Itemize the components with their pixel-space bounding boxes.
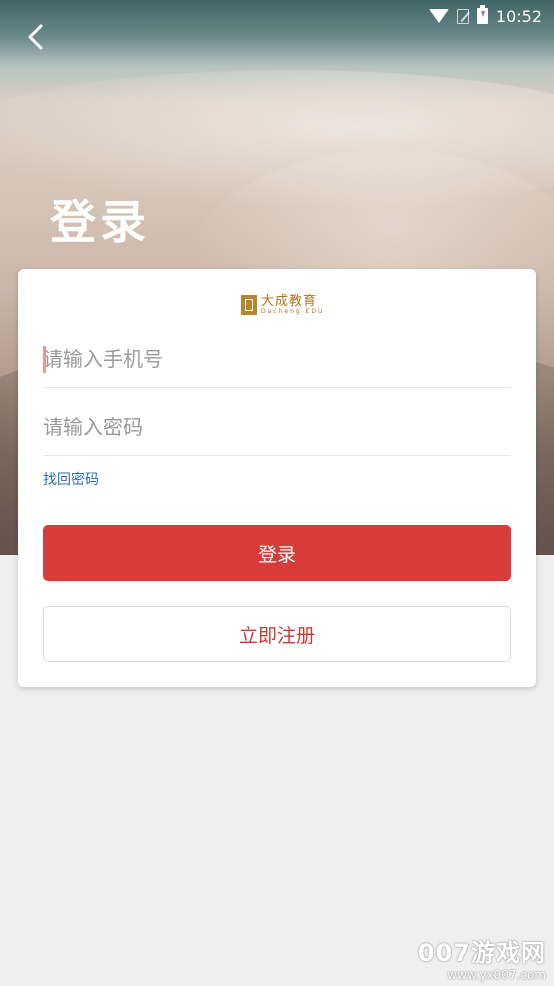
page-title: 登录: [50, 195, 150, 249]
battery-icon: [476, 5, 488, 24]
status-bar: 10:52: [428, 0, 554, 32]
login-card: 大成教育 Dacheng EDU 找回密码 登录 立即注册: [18, 269, 536, 687]
status-time: 10:52: [495, 6, 542, 26]
wifi-icon: [428, 9, 449, 23]
logo-name: 大成教育: [261, 294, 318, 309]
phone-field: [43, 331, 511, 388]
forgot-password-link[interactable]: 找回密码: [43, 469, 99, 489]
text-caret: [43, 346, 46, 373]
logo-subtitle: Dacheng EDU: [261, 308, 325, 315]
chevron-left-icon: [28, 24, 43, 50]
password-input[interactable]: [43, 399, 511, 455]
watermark: 007游戏网 www.yx007.com: [418, 933, 546, 982]
sim-icon: [456, 8, 469, 24]
logo-icon: [241, 295, 257, 315]
phone-input[interactable]: [43, 331, 511, 387]
login-button[interactable]: 登录: [43, 525, 511, 581]
password-field: [43, 399, 511, 456]
register-button[interactable]: 立即注册: [43, 606, 511, 662]
brand-logo: 大成教育 Dacheng EDU: [241, 295, 324, 315]
back-button[interactable]: [22, 22, 52, 52]
watermark-title: 007游戏网: [417, 939, 546, 967]
watermark-url: www.yx007.com: [447, 968, 546, 982]
